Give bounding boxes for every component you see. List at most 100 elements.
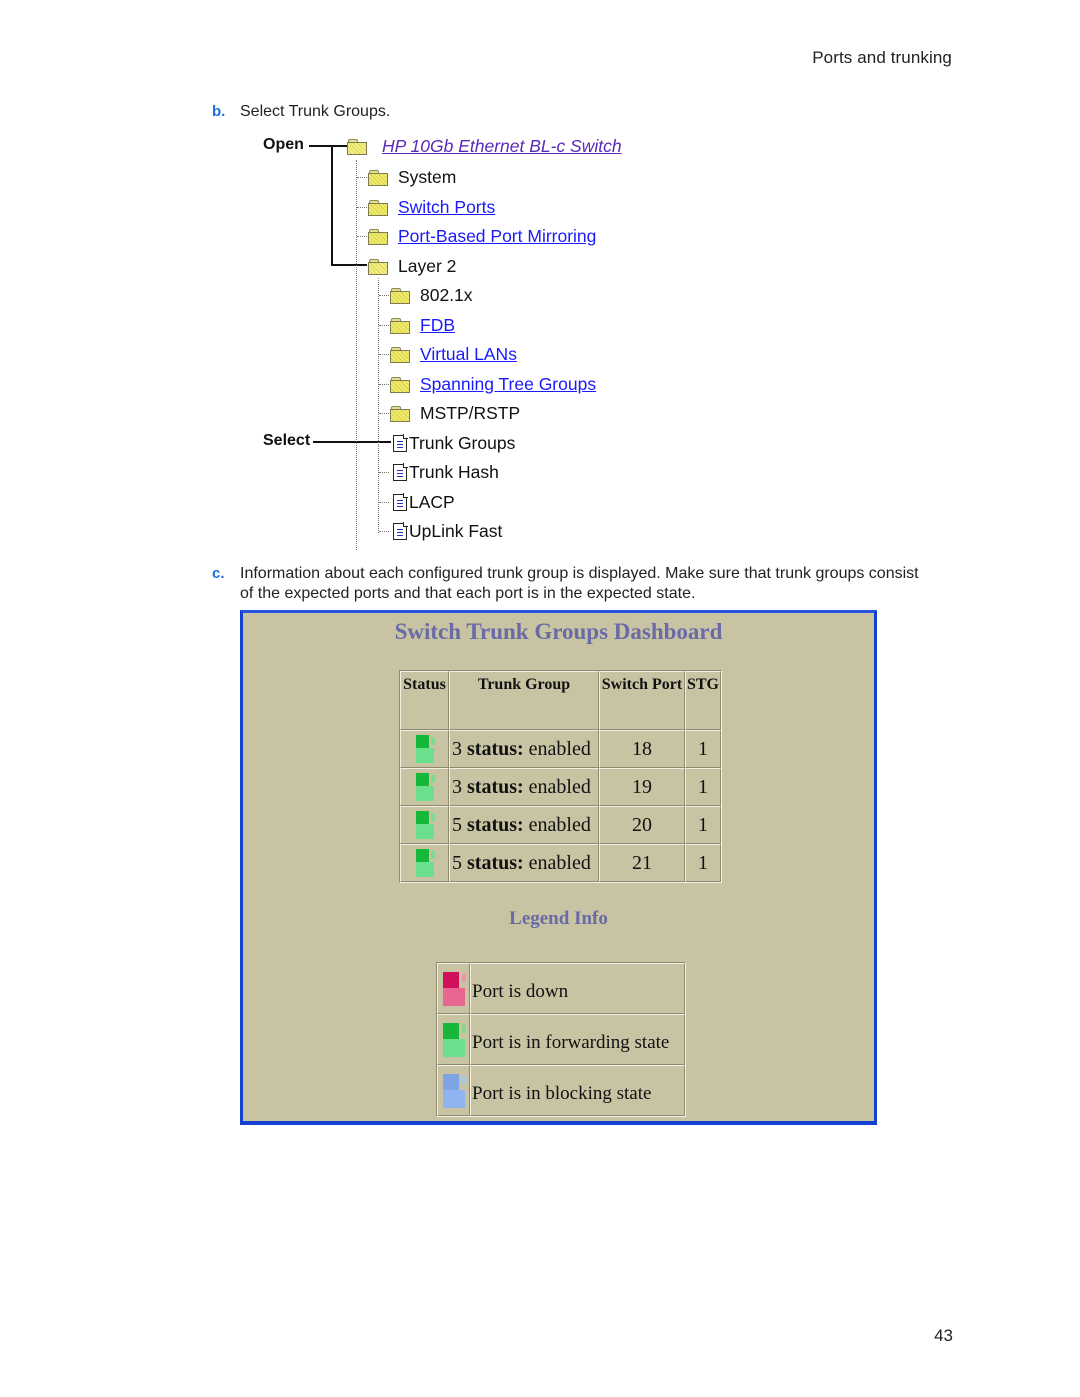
status-label: status: [467, 775, 524, 798]
trunk-groups-dashboard: Switch Trunk Groups Dashboard Status Tru… [240, 610, 877, 1125]
tree-item-label: Trunk Groups [409, 432, 516, 453]
open-callout-vertical [331, 145, 333, 266]
tree-root-label[interactable]: HP 10Gb Ethernet BL-c Switch [382, 136, 622, 157]
port-down-icon [442, 971, 466, 1007]
step-c: c. Information about each configured tru… [212, 564, 919, 604]
tree-guide [378, 278, 379, 533]
tree-item-system[interactable]: System [368, 166, 456, 188]
trunk-group-cell: 3 status: enabled [449, 730, 599, 768]
tree-item-label: Trunk Hash [409, 461, 499, 482]
select-callout-line [313, 441, 391, 443]
page-number: 43 [934, 1326, 953, 1345]
open-callout-line-layer2 [331, 264, 367, 266]
step-text-line-1: Information about each configured trunk … [240, 565, 919, 582]
status-value: enabled [528, 775, 591, 798]
column-header-status: Status [400, 671, 449, 730]
tree-item-label: System [398, 166, 457, 187]
tree-guide [379, 325, 389, 326]
select-callout-label: Select [263, 432, 311, 449]
legend-row: Port is down [437, 963, 685, 1014]
tree-guide [379, 295, 389, 296]
open-callout-line [309, 145, 347, 147]
folder-icon [368, 199, 388, 216]
tree-item-lacp[interactable]: LACP [393, 491, 455, 513]
legend-icon-cell [437, 1065, 470, 1116]
trunk-number: 5 [452, 851, 462, 874]
status-cell [400, 806, 449, 844]
status-value: enabled [528, 737, 591, 760]
legend-text: Port is in blocking state [470, 1065, 685, 1116]
port-forwarding-icon[interactable] [415, 810, 435, 840]
document-icon [393, 434, 408, 452]
folder-icon [368, 169, 388, 186]
stg-cell: 1 [685, 730, 721, 768]
table-row: 3 status: enabled 19 1 [400, 768, 721, 806]
trunk-number: 3 [452, 737, 462, 760]
port-forwarding-icon [442, 1022, 466, 1058]
tree-guide [379, 384, 389, 385]
column-header-stg: STG [685, 671, 721, 730]
tree-item-uplink-fast[interactable]: UpLink Fast [393, 520, 502, 542]
document-icon [393, 493, 408, 511]
port-forwarding-icon[interactable] [415, 772, 435, 802]
folder-icon [390, 287, 410, 304]
tree-root[interactable]: HP 10Gb Ethernet BL-c Switch [347, 135, 622, 157]
tree-item-trunk-groups[interactable]: Trunk Groups [393, 432, 515, 454]
tree-item-port-mirroring[interactable]: Port-Based Port Mirroring [368, 225, 596, 247]
switch-port-cell: 20 [599, 806, 685, 844]
folder-icon [390, 317, 410, 334]
port-forwarding-icon[interactable] [415, 848, 435, 878]
column-header-trunk-group: Trunk Group [449, 671, 599, 730]
tree-item-label: 802.1x [420, 284, 473, 305]
tree-item-mstp-rstp[interactable]: MSTP/RSTP [390, 402, 520, 424]
tree-item-trunk-hash[interactable]: Trunk Hash [393, 461, 499, 483]
column-header-switch-port: Switch Port [599, 671, 685, 730]
tree-guide [379, 472, 389, 473]
tree-item-label: Layer 2 [398, 255, 457, 276]
tree-item-label: UpLink Fast [409, 520, 503, 541]
status-label: status: [467, 851, 524, 874]
trunk-group-cell: 5 status: enabled [449, 806, 599, 844]
tree-item-label[interactable]: Port-Based Port Mirroring [398, 226, 596, 247]
step-letter: c. [212, 565, 225, 582]
tree-guide [379, 531, 389, 532]
tree-item-label[interactable]: Virtual LANs [420, 344, 517, 365]
tree-guide [379, 413, 389, 414]
tree-item-fdb[interactable]: FDB [390, 314, 455, 336]
trunk-number: 3 [452, 775, 462, 798]
legend-icon-cell [437, 1014, 470, 1065]
tree-item-label: LACP [409, 491, 455, 512]
table-row: 5 status: enabled 21 1 [400, 844, 721, 882]
tree-item-virtual-lans[interactable]: Virtual LANs [390, 343, 517, 365]
stg-cell: 1 [685, 806, 721, 844]
status-value: enabled [528, 813, 591, 836]
stg-cell: 1 [685, 844, 721, 882]
tree-guide [357, 236, 367, 237]
port-forwarding-icon[interactable] [415, 734, 435, 764]
tree-guide [379, 502, 389, 503]
tree-item-label: MSTP/RSTP [420, 402, 521, 423]
status-value: enabled [528, 851, 591, 874]
switch-port-cell: 21 [599, 844, 685, 882]
tree-guide [357, 207, 367, 208]
legend-title: Legend Info [509, 908, 608, 929]
tree-item-label[interactable]: FDB [420, 315, 455, 336]
tree-item-switch-ports[interactable]: Switch Ports [368, 196, 495, 218]
status-cell [400, 730, 449, 768]
legend-icon-cell [437, 963, 470, 1014]
tree-item-spanning-tree-groups[interactable]: Spanning Tree Groups [390, 373, 596, 395]
legend-text: Port is in forwarding state [470, 1014, 685, 1065]
tree-item-layer-2[interactable]: Layer 2 [368, 255, 456, 277]
port-blocking-icon [442, 1073, 466, 1109]
tree-item-8021x[interactable]: 802.1x [390, 284, 473, 306]
document-icon [393, 463, 408, 481]
tree-item-label[interactable]: Spanning Tree Groups [420, 374, 596, 395]
folder-icon [390, 405, 410, 422]
legend-table: Port is down Port is in forwarding state… [436, 962, 686, 1117]
legend-row: Port is in forwarding state [437, 1014, 685, 1065]
tree-item-label[interactable]: Switch Ports [398, 197, 495, 218]
folder-icon [368, 228, 388, 245]
tree-guide [379, 354, 389, 355]
status-cell [400, 844, 449, 882]
table-row: 5 status: enabled 20 1 [400, 806, 721, 844]
